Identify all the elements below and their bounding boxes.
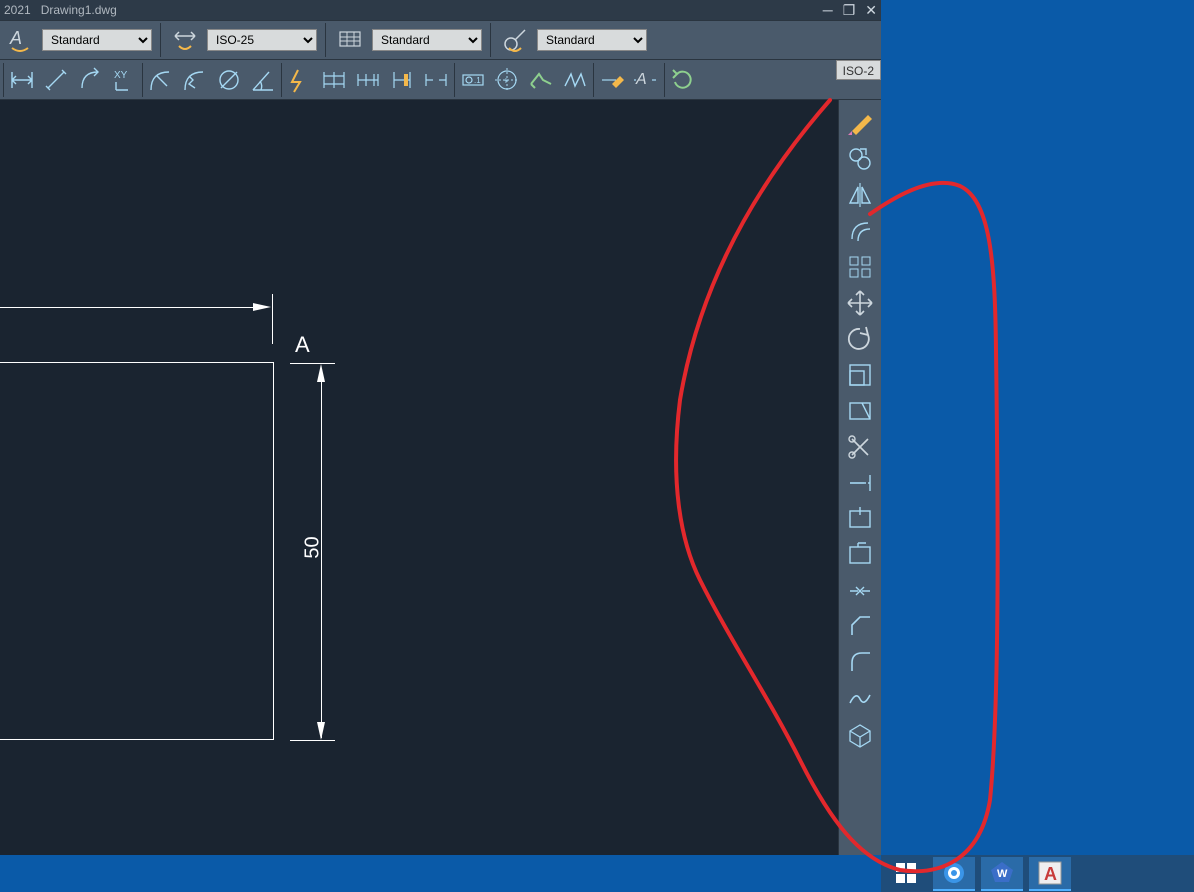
vertical-dim-ext-bottom [290, 740, 335, 741]
fillet-icon[interactable] [843, 646, 877, 680]
angular-dim-icon[interactable] [246, 62, 280, 98]
rectangle-shape [0, 362, 274, 740]
continue-dim-icon[interactable] [351, 62, 385, 98]
baseline-dim-icon[interactable] [317, 62, 351, 98]
multileader-style-select[interactable]: Standard [537, 29, 647, 51]
tolerance-icon[interactable]: .1 [456, 62, 490, 98]
vertical-dim-arrow-up [317, 364, 325, 382]
join-icon[interactable] [843, 574, 877, 608]
dimension-ribbon: XY .1 + A [0, 60, 881, 100]
restore-icon[interactable]: ❐ [843, 3, 856, 17]
windows-taskbar: W A [881, 855, 1194, 892]
drawing-content: 50 A [0, 100, 838, 855]
jogged-linear-icon[interactable] [558, 62, 592, 98]
main-area: 50 A [0, 100, 881, 855]
ordinate-dim-icon[interactable]: XY [107, 62, 141, 98]
horizontal-dim-arrow [253, 303, 271, 311]
minimize-icon[interactable]: ─ [823, 3, 833, 17]
dim-edit-icon[interactable] [595, 62, 629, 98]
taskbar-autocad-icon[interactable]: A [1029, 857, 1071, 891]
chamfer-icon[interactable] [843, 610, 877, 644]
dim-update-icon[interactable] [666, 62, 700, 98]
dim-text-edit-icon[interactable]: A [629, 62, 663, 98]
drawing-canvas[interactable]: 50 A [0, 100, 839, 855]
app-year: 2021 [4, 3, 31, 17]
break-icon[interactable] [843, 538, 877, 572]
svg-text:XY: XY [114, 70, 128, 81]
taskbar-browser-icon[interactable] [933, 857, 975, 891]
title-bar: 2021 Drawing1.dwg ─ ❐ ✕ [0, 0, 881, 20]
horizontal-dim-extension [272, 294, 273, 344]
stretch-icon[interactable] [843, 394, 877, 428]
svg-text:+: + [503, 76, 509, 87]
horizontal-dimension-line [0, 307, 253, 308]
svg-text:A: A [635, 71, 647, 88]
text-style-select[interactable]: Standard [42, 29, 152, 51]
vertical-dimension-line [321, 380, 322, 738]
dim-break-icon[interactable] [419, 62, 453, 98]
cad-app-window: 2021 Drawing1.dwg ─ ❐ ✕ A Standard ISO-2… [0, 0, 881, 855]
dim-style-select[interactable]: ISO-25 [207, 29, 317, 51]
svg-text:A: A [1044, 864, 1057, 884]
scale-icon[interactable] [843, 358, 877, 392]
taskbar-wps-icon[interactable]: W [981, 857, 1023, 891]
svg-text:.1: .1 [474, 76, 481, 85]
text-style-icon[interactable]: A [4, 24, 36, 56]
array-icon[interactable] [843, 250, 877, 284]
vertical-dim-ext-top [290, 363, 335, 364]
dimension-value: 50 [302, 536, 325, 558]
erase-pencil-icon[interactable] [843, 106, 877, 140]
arc-dim-icon[interactable] [73, 62, 107, 98]
label-a: A [295, 332, 310, 358]
dim-space-icon[interactable] [385, 62, 419, 98]
copy-icon[interactable] [843, 142, 877, 176]
table-style-select[interactable]: Standard [372, 29, 482, 51]
close-icon[interactable]: ✕ [865, 3, 877, 17]
diameter-dim-icon[interactable] [212, 62, 246, 98]
aligned-dim-icon[interactable] [39, 62, 73, 98]
modify-toolbar [839, 100, 881, 855]
radius-dim-icon[interactable] [144, 62, 178, 98]
mirror-icon[interactable] [843, 178, 877, 212]
inspection-icon[interactable] [524, 62, 558, 98]
blend-icon[interactable] [843, 682, 877, 716]
jogged-dim-icon[interactable] [178, 62, 212, 98]
rotate-icon[interactable] [843, 322, 877, 356]
svg-text:W: W [997, 868, 1008, 880]
explode-icon[interactable] [843, 718, 877, 752]
ribbon-wrap: XY .1 + A ISO-2 [0, 60, 881, 100]
start-button[interactable] [885, 857, 927, 891]
trim-icon[interactable] [843, 430, 877, 464]
move-icon[interactable] [843, 286, 877, 320]
iso-dim-label[interactable]: ISO-2 [836, 60, 881, 80]
center-mark-icon[interactable]: + [490, 62, 524, 98]
quick-dim-icon[interactable] [283, 62, 317, 98]
svg-text:A: A [9, 28, 22, 48]
break-at-point-icon[interactable] [843, 502, 877, 536]
extend-icon[interactable] [843, 466, 877, 500]
document-name: Drawing1.dwg [41, 3, 117, 17]
linear-dim-icon[interactable] [5, 62, 39, 98]
window-controls: ─ ❐ ✕ [823, 0, 877, 20]
style-toolbar: A Standard ISO-25 Standard Standard [0, 20, 881, 60]
table-style-icon[interactable] [334, 24, 366, 56]
dim-style-icon[interactable] [169, 24, 201, 56]
multileader-style-icon[interactable] [499, 24, 531, 56]
vertical-dim-arrow-down [317, 722, 325, 740]
offset-icon[interactable] [843, 214, 877, 248]
